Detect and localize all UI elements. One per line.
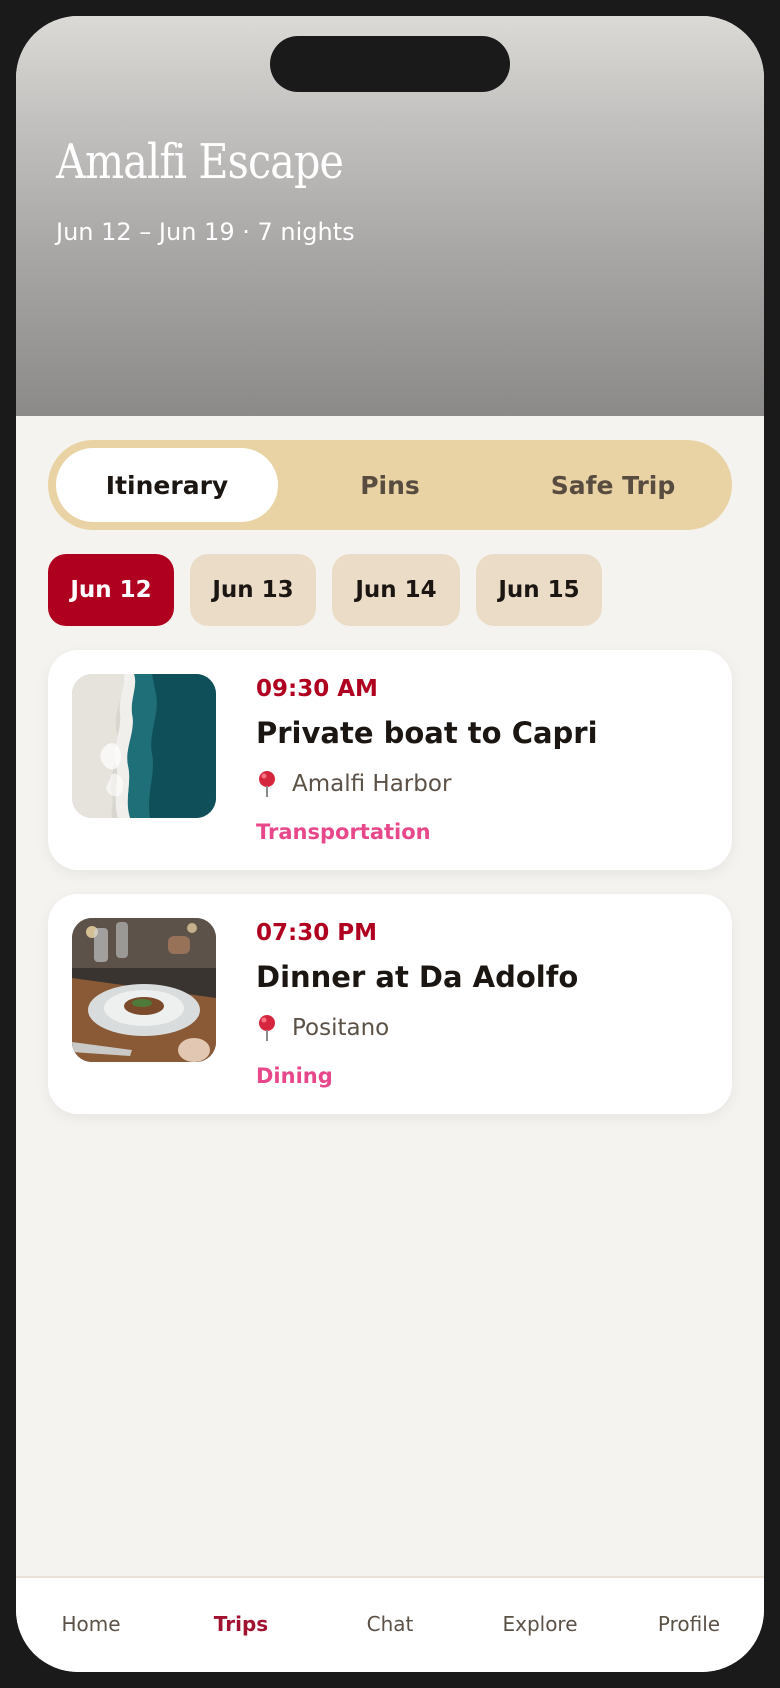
event-card[interactable]: 09:30 AM Private boat to Capri Amalfi Ha… — [48, 650, 732, 870]
event-title: Private boat to Capri — [256, 716, 598, 750]
trip-dates: Jun 12 – Jun 19 · 7 nights — [56, 218, 355, 246]
dynamic-island — [270, 36, 510, 92]
day-chip-jun-13[interactable]: Jun 13 — [190, 554, 316, 626]
day-chip-jun-14[interactable]: Jun 14 — [332, 554, 460, 626]
segmented-control: Itinerary Pins Safe Trip — [48, 440, 732, 530]
event-category: Transportation — [256, 820, 431, 844]
event-time: 09:30 AM — [256, 676, 378, 702]
event-location: Amalfi Harbor — [256, 770, 451, 798]
event-location-label: Amalfi Harbor — [292, 771, 452, 797]
tab-home[interactable]: Home — [16, 1612, 166, 1636]
tab-pins[interactable]: Pins — [279, 448, 501, 522]
event-time: 07:30 PM — [256, 920, 377, 946]
trip-hero-header: Amalfi Escape Jun 12 – Jun 19 · 7 nights — [16, 16, 764, 416]
tab-chat[interactable]: Chat — [315, 1612, 465, 1636]
day-chip-jun-15[interactable]: Jun 15 — [476, 554, 602, 626]
trip-title: Amalfi Escape — [56, 134, 344, 190]
tab-trips[interactable]: Trips — [166, 1612, 316, 1636]
sea-aerial-photo — [72, 674, 216, 818]
event-location: Positano — [256, 1014, 389, 1042]
tab-profile[interactable]: Profile — [614, 1612, 764, 1636]
tab-explore[interactable]: Explore — [465, 1612, 615, 1636]
tab-itinerary[interactable]: Itinerary — [56, 448, 278, 522]
event-card[interactable]: 07:30 PM Dinner at Da Adolfo Positano Di… — [48, 894, 732, 1114]
map-pin-icon — [256, 770, 278, 798]
event-title: Dinner at Da Adolfo — [256, 960, 579, 994]
bottom-tab-bar: Home Trips Chat Explore Profile — [16, 1576, 764, 1672]
event-category: Dining — [256, 1064, 333, 1088]
app-screen: Amalfi Escape Jun 12 – Jun 19 · 7 nights… — [16, 16, 764, 1672]
day-chip-jun-12[interactable]: Jun 12 — [48, 554, 174, 626]
event-location-label: Positano — [292, 1015, 390, 1041]
map-pin-icon — [256, 1014, 278, 1042]
tab-safe-trip[interactable]: Safe Trip — [502, 448, 724, 522]
dinner-plate-photo — [72, 918, 216, 1062]
phone-frame: Amalfi Escape Jun 12 – Jun 19 · 7 nights… — [0, 0, 780, 1688]
